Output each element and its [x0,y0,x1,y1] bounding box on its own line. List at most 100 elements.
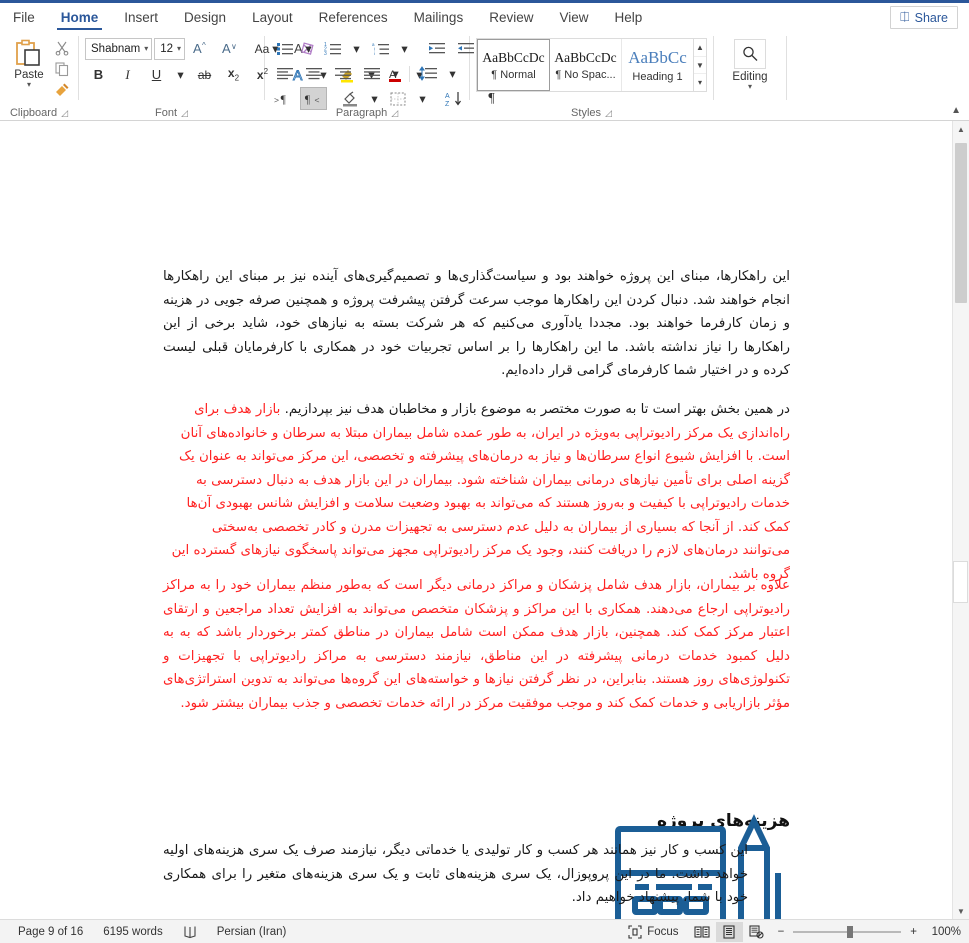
style-heading-1[interactable]: AaBbCc Heading 1 [622,39,693,91]
chevron-down-icon: ▾ [392,67,399,81]
justify-caret[interactable]: ▾ [387,62,404,85]
chevron-down-icon: ▾ [401,42,408,56]
font-group-label: Font ◿ [79,107,264,119]
proofing-status[interactable] [173,925,207,939]
read-mode-button[interactable] [689,922,716,942]
multilevel-list-icon[interactable]: aii [367,37,394,60]
share-label: Share [914,10,948,25]
scroll-minimap-marker [953,561,968,603]
scroll-up-icon[interactable]: ▲ [953,121,969,137]
svg-text:^: ^ [202,41,206,50]
paragraph-2-red: بازار هدف برای راه‌اندازی یک مرکز رادیوت… [171,402,790,582]
paste-button[interactable]: Paste ▾ [6,35,52,89]
tab-review[interactable]: Review [476,3,546,32]
paragraph-2-container[interactable]: در همین بخش بهتر است تا به صورت مختصر به… [163,398,790,586]
chevron-down-icon: ▾ [144,44,149,53]
style-normal[interactable]: AaBbCcDc ¶ Normal [477,39,550,91]
cut-icon[interactable] [52,39,72,57]
styles-scroll-up-icon[interactable]: ▲ [694,39,706,57]
tab-layout[interactable]: Layout [239,3,306,32]
italic-button[interactable]: I [114,63,141,86]
zoom-slider-thumb[interactable] [847,925,854,938]
underline-dropdown-caret[interactable]: ▾ [172,63,189,86]
scroll-down-icon[interactable]: ▼ [953,903,969,919]
chevron-down-icon: ▾ [305,42,312,56]
font-dialog-launcher-icon[interactable]: ◿ [181,108,188,119]
styles-dialog-launcher-icon[interactable]: ◿ [605,108,612,119]
bullets-icon[interactable] [271,37,298,60]
tab-help[interactable]: Help [602,3,656,32]
paragraph-1[interactable]: این راهکارها، مبنای این پروژه خواهند بود… [163,265,790,383]
tab-home[interactable]: Home [48,3,112,32]
font-name-combo[interactable]: Shabnam ▾ [85,37,153,60]
paragraph-dialog-launcher-icon[interactable]: ◿ [391,108,398,119]
chevron-down-icon: ▾ [419,92,426,106]
editing-button[interactable] [734,39,766,69]
zoom-out-button[interactable]: − [770,926,787,938]
strikethrough-button[interactable]: ab [191,63,218,86]
line-spacing-icon[interactable] [415,62,442,85]
bold-button[interactable]: B [85,63,112,86]
svg-text:A: A [445,93,450,100]
format-painter-icon[interactable] [52,81,72,99]
print-layout-icon [723,924,735,939]
tab-design[interactable]: Design [171,3,239,32]
document-page[interactable]: این راهکارها، مبنای این پروژه خواهند بود… [0,121,969,919]
zoom-slider[interactable] [793,925,902,938]
style-no-spacing[interactable]: AaBbCcDc ¶ No Spac... [550,39,622,91]
vertical-scrollbar[interactable]: ▲ ▼ [952,121,969,919]
align-center-icon[interactable] [300,62,327,85]
paragraph-3[interactable]: علاوه بر بیماران، بازار هدف شامل پزشکان … [163,574,790,715]
svg-text:¶: ¶ [305,94,311,106]
decrease-indent-icon[interactable] [423,37,450,60]
collapse-ribbon-icon[interactable]: ▲ [951,105,961,116]
read-mode-icon [694,925,710,938]
numbering-caret[interactable]: ▾ [348,37,365,60]
align-right-icon[interactable] [329,62,356,85]
chevron-down-icon: ▾ [177,68,184,82]
grow-font-icon[interactable]: A ^ [187,37,214,60]
clipboard-dialog-launcher-icon[interactable]: ◿ [61,108,68,119]
tab-file[interactable]: File [0,3,48,32]
page-indicator[interactable]: Page 9 of 16 [8,926,93,938]
shrink-font-icon[interactable]: A ∨ [216,37,243,60]
ribbon-group-editing: Editing ▾ [714,32,786,120]
spell-check-icon [184,926,196,938]
word-count[interactable]: 6195 words [93,926,172,938]
scrollbar-thumb[interactable] [955,143,967,303]
style-preview: AaBbCc [628,47,687,67]
focus-mode-button[interactable]: Focus [618,924,688,939]
svg-text:A: A [222,41,231,56]
style-name: Heading 1 [632,70,683,83]
tab-mailings[interactable]: Mailings [401,3,477,32]
align-left-icon[interactable] [271,62,298,85]
styles-label-text: Styles [571,107,602,119]
share-button[interactable]: ⎅ Share [890,6,958,29]
styles-scroll-buttons: ▲ ▼ ▾ [694,38,707,92]
line-spacing-caret[interactable]: ▾ [444,62,461,85]
bullets-caret[interactable]: ▾ [300,37,317,60]
print-layout-button[interactable] [715,921,743,942]
styles-scroll-down-icon[interactable]: ▼ [694,57,706,75]
justify-icon[interactable] [358,62,385,85]
paste-dropdown-caret[interactable]: ▾ [27,81,31,89]
language-indicator[interactable]: Persian (Iran) [207,926,297,938]
zoom-out-label: − [777,925,785,938]
styles-more-icon[interactable]: ▾ [694,74,706,91]
ribbon-group-clipboard: Paste ▾ Clipboard ◿ [0,32,78,120]
underline-button[interactable]: U [143,63,170,86]
copy-icon[interactable] [52,60,72,78]
font-size-combo[interactable]: 12 ▾ [154,37,186,60]
zoom-level[interactable]: 100% [925,926,961,938]
editing-dropdown-caret[interactable]: ▾ [748,83,752,91]
tab-insert[interactable]: Insert [111,3,171,32]
numbering-icon[interactable]: 123 [319,37,346,60]
multilevel-caret[interactable]: ▾ [396,37,413,60]
zoom-in-label: + [910,925,917,938]
zoom-in-button[interactable]: + [908,926,925,938]
subscript-button[interactable]: x2 [220,63,247,86]
tab-references[interactable]: References [306,3,401,32]
tab-view[interactable]: View [546,3,601,32]
web-layout-button[interactable] [743,922,770,942]
paragraph-4[interactable]: این کسب و کار نیز همانند هر کسب و کار تو… [163,839,748,910]
